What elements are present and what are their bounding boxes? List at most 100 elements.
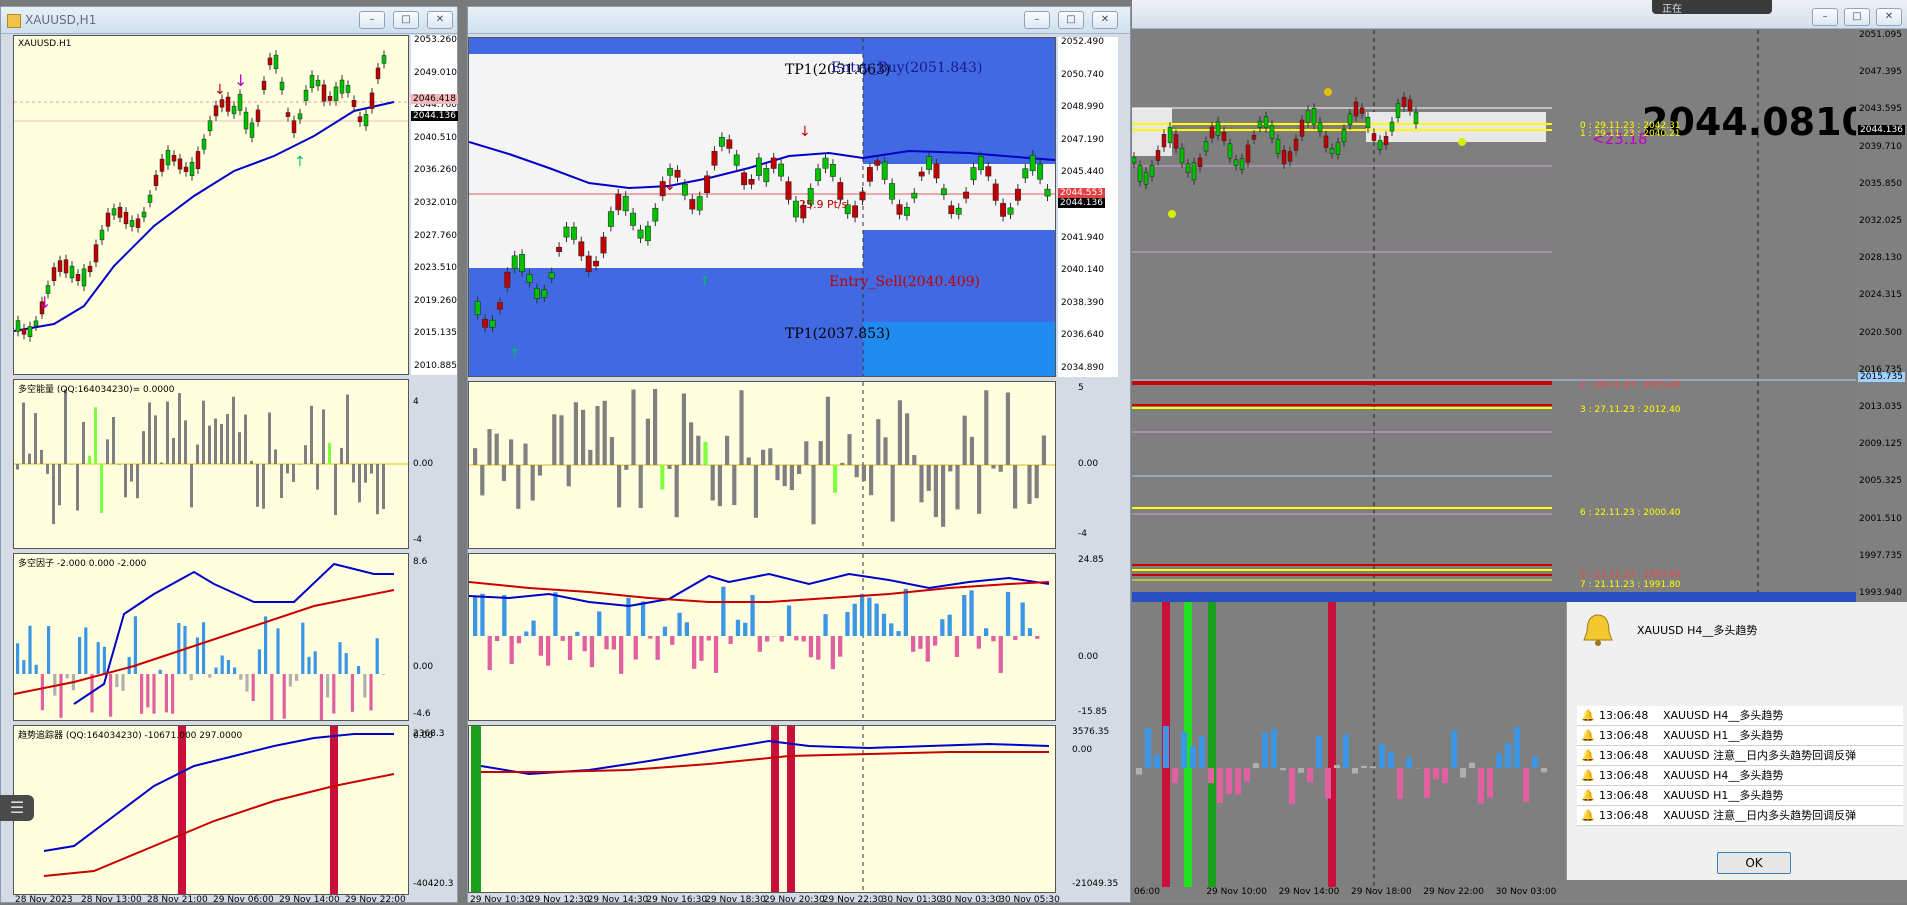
maximize-button[interactable]: □ (393, 11, 419, 29)
candle (1138, 166, 1142, 182)
histogram-bar (322, 409, 325, 464)
up-arrow-icon: ↑ (294, 154, 306, 170)
list-item[interactable]: 🔔13:06:48XAUUSD H1__多头趋势 (1577, 786, 1903, 806)
histogram-bar (258, 649, 261, 674)
time-tick-label: 29 Nov 10:30 (470, 895, 531, 905)
maximize-button[interactable]: □ (1058, 11, 1084, 29)
left-window-titlebar[interactable]: XAUUSD,H1 – □ ✕ (1, 7, 457, 34)
mid-factor-panel[interactable] (468, 553, 1056, 721)
close-button[interactable]: ✕ (427, 11, 453, 29)
mid-energy-panel[interactable] (468, 381, 1056, 549)
left-energy-panel[interactable]: 多空能量 (QQ:164034230)= 0.0000 (13, 379, 409, 549)
price-tick-label: 2010.885 (414, 361, 457, 371)
price-tick-label: 2041.940 (1061, 233, 1104, 243)
mid-p1-axis-top: 5 (1078, 383, 1084, 393)
mid-trend-panel[interactable] (468, 725, 1056, 893)
time-tick-label: 29 Nov 06:00 (213, 895, 274, 905)
maximize-button[interactable]: □ (1844, 8, 1870, 26)
level-6: 6 : 22.11.23 : 2000.40 (1580, 508, 1681, 518)
candle (482, 319, 487, 327)
candle (382, 55, 386, 63)
candle (741, 173, 746, 185)
candle (1132, 157, 1136, 163)
minimize-button[interactable]: – (359, 11, 385, 29)
price-tick-label: 2020.500 (1859, 328, 1902, 338)
list-item[interactable]: 🔔13:06:48XAUUSD H1__多头趋势 (1577, 726, 1903, 746)
candle (889, 183, 894, 199)
histogram-bar (159, 670, 162, 674)
left-main-chart[interactable]: ↓ ↓ ↓ ↑ XAUUSD.H1 (13, 35, 409, 375)
histogram-bar (711, 465, 715, 500)
close-button[interactable]: ✕ (1092, 11, 1118, 29)
histogram-bar (927, 465, 931, 491)
time-tick-label: 29 Nov 18:30 (705, 895, 766, 905)
candle (1216, 122, 1220, 136)
right-main-chart[interactable]: 2044.0810 <23.18 0 : 29.11.23 : 2042.31 … (1132, 30, 1856, 602)
price-tick-label: 2013.035 (1859, 402, 1902, 412)
candle (949, 206, 954, 214)
price-tick-label: 1993.940 (1859, 588, 1902, 598)
minimize-button[interactable]: – (1024, 11, 1050, 29)
minimize-button[interactable]: – (1812, 8, 1838, 26)
histogram-bar (787, 606, 791, 636)
candle (52, 268, 56, 281)
left-energy-svg (14, 380, 408, 548)
candle (579, 242, 584, 256)
histogram-bar (790, 465, 794, 490)
histogram-bar (977, 465, 981, 514)
menu-icon[interactable]: ☰ (0, 795, 34, 821)
left-chart-window: XAUUSD,H1 – □ ✕ ↓ ↓ ↓ ↑ XAUUSD.H1 2053.2… (0, 6, 458, 903)
histogram-bar (761, 450, 765, 465)
price-tick-label: 2047.190 (1061, 135, 1104, 145)
mid-window-titlebar[interactable]: – □ ✕ (468, 7, 1130, 34)
time-tick-label: 29 Nov 22:00 (1423, 887, 1484, 897)
list-item[interactable]: 🔔13:06:48XAUUSD 注意__日内多头趋势回调反弹 (1577, 806, 1903, 826)
left-factor-panel[interactable]: 多空因子 -2.000 0.000 -2.000 (13, 553, 409, 721)
histogram-bar (595, 406, 599, 465)
histogram-bar (345, 653, 348, 674)
histogram-bar (178, 393, 181, 464)
histogram-bar (118, 464, 121, 465)
histogram-bar (648, 636, 652, 639)
histogram-bar (172, 438, 175, 464)
list-item[interactable]: 🔔13:06:48XAUUSD 注意__日内多头趋势回调反弹 (1577, 746, 1903, 766)
candle (571, 227, 576, 239)
candle (956, 208, 961, 214)
histogram-bar (250, 461, 253, 464)
candle (993, 184, 998, 201)
close-button[interactable]: ✕ (1876, 8, 1902, 26)
histogram-bar (1181, 732, 1187, 768)
level-1: 1 : 29.11.23 : 2040.21 (1580, 129, 1681, 139)
right-factor-panel[interactable] (1132, 602, 1566, 887)
histogram-bar (28, 626, 31, 674)
histogram-bar (811, 465, 815, 524)
candle (1162, 134, 1166, 147)
histogram-bar (725, 436, 729, 465)
left-trend-panel[interactable]: 趋势追踪器 (QQ:164034230) -10671.000 297.0000 (13, 725, 409, 895)
right-time-axis: 06:0029 Nov 10:0029 Nov 14:0029 Nov 18:0… (1132, 887, 1566, 899)
candle (601, 237, 606, 253)
candle (238, 94, 242, 110)
list-item[interactable]: 🔔13:06:48XAUUSD H4__多头趋势 (1577, 706, 1903, 726)
candle (1210, 127, 1214, 138)
histogram-bar (882, 614, 886, 636)
histogram-bar (889, 623, 893, 636)
histogram-bar (862, 465, 866, 481)
p2-axis-top: 8.6 (413, 557, 427, 567)
histogram-bar (531, 465, 535, 501)
histogram-bar (685, 622, 689, 636)
histogram-bar (316, 464, 319, 490)
candle (1372, 133, 1376, 140)
right-factor-svg (1132, 602, 1566, 887)
histogram-bar (310, 406, 313, 464)
candle (22, 329, 26, 335)
mid-main-chart[interactable]: ↓ ↓ ↑ ↑ TP1(2051.663) Entry_Buy(2051.843… (468, 37, 1056, 377)
histogram-bar (833, 465, 837, 493)
ok-button[interactable]: OK (1717, 852, 1791, 874)
list-item[interactable]: 🔔13:06:48XAUUSD H4__多头趋势 (1577, 766, 1903, 786)
mid-main-chart-svg: ↓ ↓ ↑ ↑ (469, 38, 1055, 376)
histogram-bar (729, 636, 733, 644)
right-window-titlebar[interactable]: 正在 – □ ✕ (1132, 0, 1907, 29)
candle (1228, 144, 1232, 158)
candle (860, 192, 865, 200)
